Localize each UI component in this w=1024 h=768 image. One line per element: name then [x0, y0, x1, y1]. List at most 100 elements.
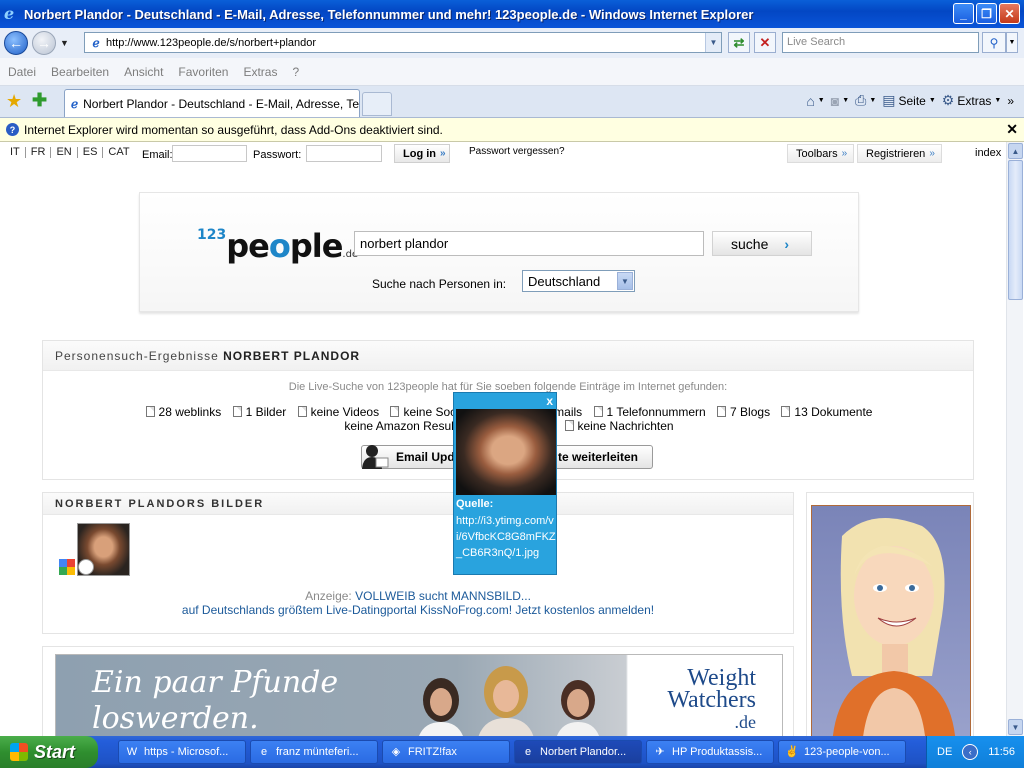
- taskbar-item[interactable]: e franz münteferi...: [250, 740, 378, 764]
- stop-button[interactable]: ✕: [754, 32, 776, 53]
- vertical-scrollbar[interactable]: ▲ ▼: [1006, 142, 1023, 736]
- minimize-button[interactable]: _: [953, 3, 974, 24]
- menu-favorites[interactable]: Favoriten: [178, 65, 228, 79]
- side-ad-image[interactable]: [811, 505, 971, 736]
- tab-title: Norbert Plandor - Deutschland - E-Mail, …: [83, 96, 360, 111]
- ad-link[interactable]: VOLLWEIB sucht MANNSBILD...: [355, 589, 531, 603]
- toolbars-button[interactable]: Toolbars»: [787, 144, 855, 163]
- weight-watchers-banner[interactable]: Ein paar Pfunde loswerden. Weight Watche…: [55, 654, 783, 736]
- menu-edit[interactable]: Bearbeiten: [51, 65, 109, 79]
- chevron-more-icon[interactable]: »: [1007, 94, 1014, 108]
- page-menu-button[interactable]: ▤ Seite ▼: [882, 92, 936, 109]
- start-button[interactable]: Start: [0, 736, 98, 768]
- forgot-password-link[interactable]: Passwort vergessen?: [469, 146, 565, 157]
- refresh-button[interactable]: ⇄: [728, 32, 750, 53]
- ie-icon: e: [524, 746, 532, 758]
- word-icon: W: [126, 746, 138, 758]
- lang-es[interactable]: ES: [78, 147, 104, 158]
- count-documents[interactable]: 13 Dokumente: [781, 405, 872, 419]
- close-popup-icon[interactable]: x: [546, 394, 553, 408]
- count-weblinks[interactable]: 28 weblinks: [145, 405, 221, 419]
- site-logo[interactable]: 123people.de: [197, 227, 358, 265]
- lang-cat[interactable]: CAT: [103, 147, 134, 158]
- taskbar-item[interactable]: Whttps - Microsof...: [118, 740, 246, 764]
- page-icon: ℯ: [92, 35, 100, 50]
- home-button[interactable]: ⌂ ▼: [806, 93, 824, 109]
- ad-line: Anzeige: VOLLWEIB sucht MANNSBILD...: [305, 589, 531, 603]
- search-options-dropdown-icon[interactable]: ▼: [1006, 32, 1018, 53]
- results-heading: Personensuch-Ergebnisse NORBERT PLANDOR: [43, 341, 973, 371]
- lang-it[interactable]: IT: [10, 147, 26, 158]
- language-indicator[interactable]: DE: [937, 746, 952, 758]
- scroll-down-icon[interactable]: ▼: [1008, 719, 1023, 735]
- document-icon: [232, 406, 242, 417]
- information-bar[interactable]: ? Internet Explorer wird momentan so aus…: [0, 118, 1024, 142]
- close-infobar-icon[interactable]: ✕: [1006, 121, 1018, 138]
- history-dropdown-icon[interactable]: ▼: [60, 38, 69, 48]
- count-news[interactable]: keine Nachrichten: [564, 419, 674, 433]
- register-button[interactable]: Registrieren»: [857, 144, 942, 163]
- document-icon: [781, 406, 791, 417]
- popup-source-url[interactable]: http://i3.ytimg.com/vi/6VfbcKC8G8mFKZ_CB…: [456, 513, 556, 561]
- live-search-input[interactable]: Live Search: [782, 32, 979, 53]
- tools-menu-button[interactable]: ⚙ Extras ▼: [942, 92, 1002, 109]
- scroll-thumb[interactable]: [1008, 160, 1023, 300]
- document-icon: [145, 406, 155, 417]
- side-ad-illustration: [832, 518, 956, 736]
- side-ad-container: [806, 492, 974, 736]
- menu-view[interactable]: Ansicht: [124, 65, 163, 79]
- source-badge-icon: [78, 559, 94, 575]
- banner-photo: [419, 666, 599, 736]
- tray-expand-icon[interactable]: ‹: [962, 744, 979, 760]
- menu-file[interactable]: Datei: [8, 65, 36, 79]
- forward-button[interactable]: →: [32, 31, 56, 55]
- document-icon: [717, 406, 727, 417]
- search-submit-button[interactable]: suche ›: [712, 231, 812, 256]
- person-icon: [362, 445, 389, 469]
- taskbar-item[interactable]: ◈ FRITZ!fax: [382, 740, 510, 764]
- scroll-up-icon[interactable]: ▲: [1008, 143, 1023, 159]
- maximize-button[interactable]: ❐: [976, 3, 997, 24]
- password-label: Passwort:: [253, 149, 302, 161]
- google-icon: [59, 559, 75, 575]
- count-phones[interactable]: 1 Telefonnummern: [593, 405, 706, 419]
- lang-fr[interactable]: FR: [26, 147, 52, 158]
- count-videos[interactable]: keine Videos: [297, 405, 379, 419]
- document-icon: [564, 420, 574, 431]
- clock[interactable]: 11:56: [988, 746, 1015, 758]
- taskbar-item[interactable]: ✈ HP Produktassis...: [646, 740, 774, 764]
- email-label: Email:: [142, 149, 173, 161]
- taskbar-item[interactable]: ✌ 123-people-von...: [778, 740, 906, 764]
- password-field[interactable]: [306, 145, 382, 162]
- back-button[interactable]: ←: [4, 31, 28, 55]
- tab-bar: ★ ✚ ℯ Norbert Plandor - Deutschland - E-…: [0, 86, 1024, 118]
- tab-active[interactable]: ℯ Norbert Plandor - Deutschland - E-Mail…: [64, 89, 360, 117]
- ad-text-link[interactable]: auf Deutschlands größtem Live-Datingport…: [43, 603, 793, 617]
- close-window-button[interactable]: ✕: [999, 3, 1020, 24]
- add-favorite-icon[interactable]: ✚: [32, 91, 47, 109]
- address-input[interactable]: ℯ http://www.123people.de/s/norbert+plan…: [84, 32, 722, 53]
- search-button[interactable]: ⚲: [982, 32, 1006, 53]
- favorites-star-icon[interactable]: ★: [6, 92, 22, 110]
- print-button[interactable]: ⎙ ▼: [855, 92, 876, 109]
- count-amazon[interactable]: keine Amazon Result: [344, 419, 457, 433]
- info-question-icon: ?: [6, 123, 19, 136]
- index-link[interactable]: index: [975, 147, 1001, 159]
- address-dropdown-icon[interactable]: ▼: [705, 33, 721, 52]
- menu-help[interactable]: ?: [292, 65, 299, 79]
- feeds-button[interactable]: ◙ ▼: [831, 93, 849, 109]
- email-field[interactable]: [172, 145, 247, 162]
- count-blogs[interactable]: 7 Blogs: [717, 405, 770, 419]
- lang-en[interactable]: EN: [51, 147, 78, 158]
- person-search-input[interactable]: norbert plandor: [354, 231, 704, 256]
- refresh-icon: ⇄: [733, 34, 745, 50]
- login-button[interactable]: Log in»: [394, 144, 450, 163]
- menu-tools[interactable]: Extras: [243, 65, 277, 79]
- taskbar-item-active[interactable]: e Norbert Plandor...: [514, 740, 642, 764]
- new-tab-button[interactable]: [362, 92, 392, 116]
- count-images[interactable]: 1 Bilder: [232, 405, 286, 419]
- url-text[interactable]: http://www.123people.de/s/norbert+plando…: [106, 37, 316, 49]
- popup-source-label: Quelle:: [456, 498, 494, 510]
- region-select[interactable]: Deutschland ▼: [522, 270, 635, 292]
- back-arrow-icon: ←: [9, 35, 23, 51]
